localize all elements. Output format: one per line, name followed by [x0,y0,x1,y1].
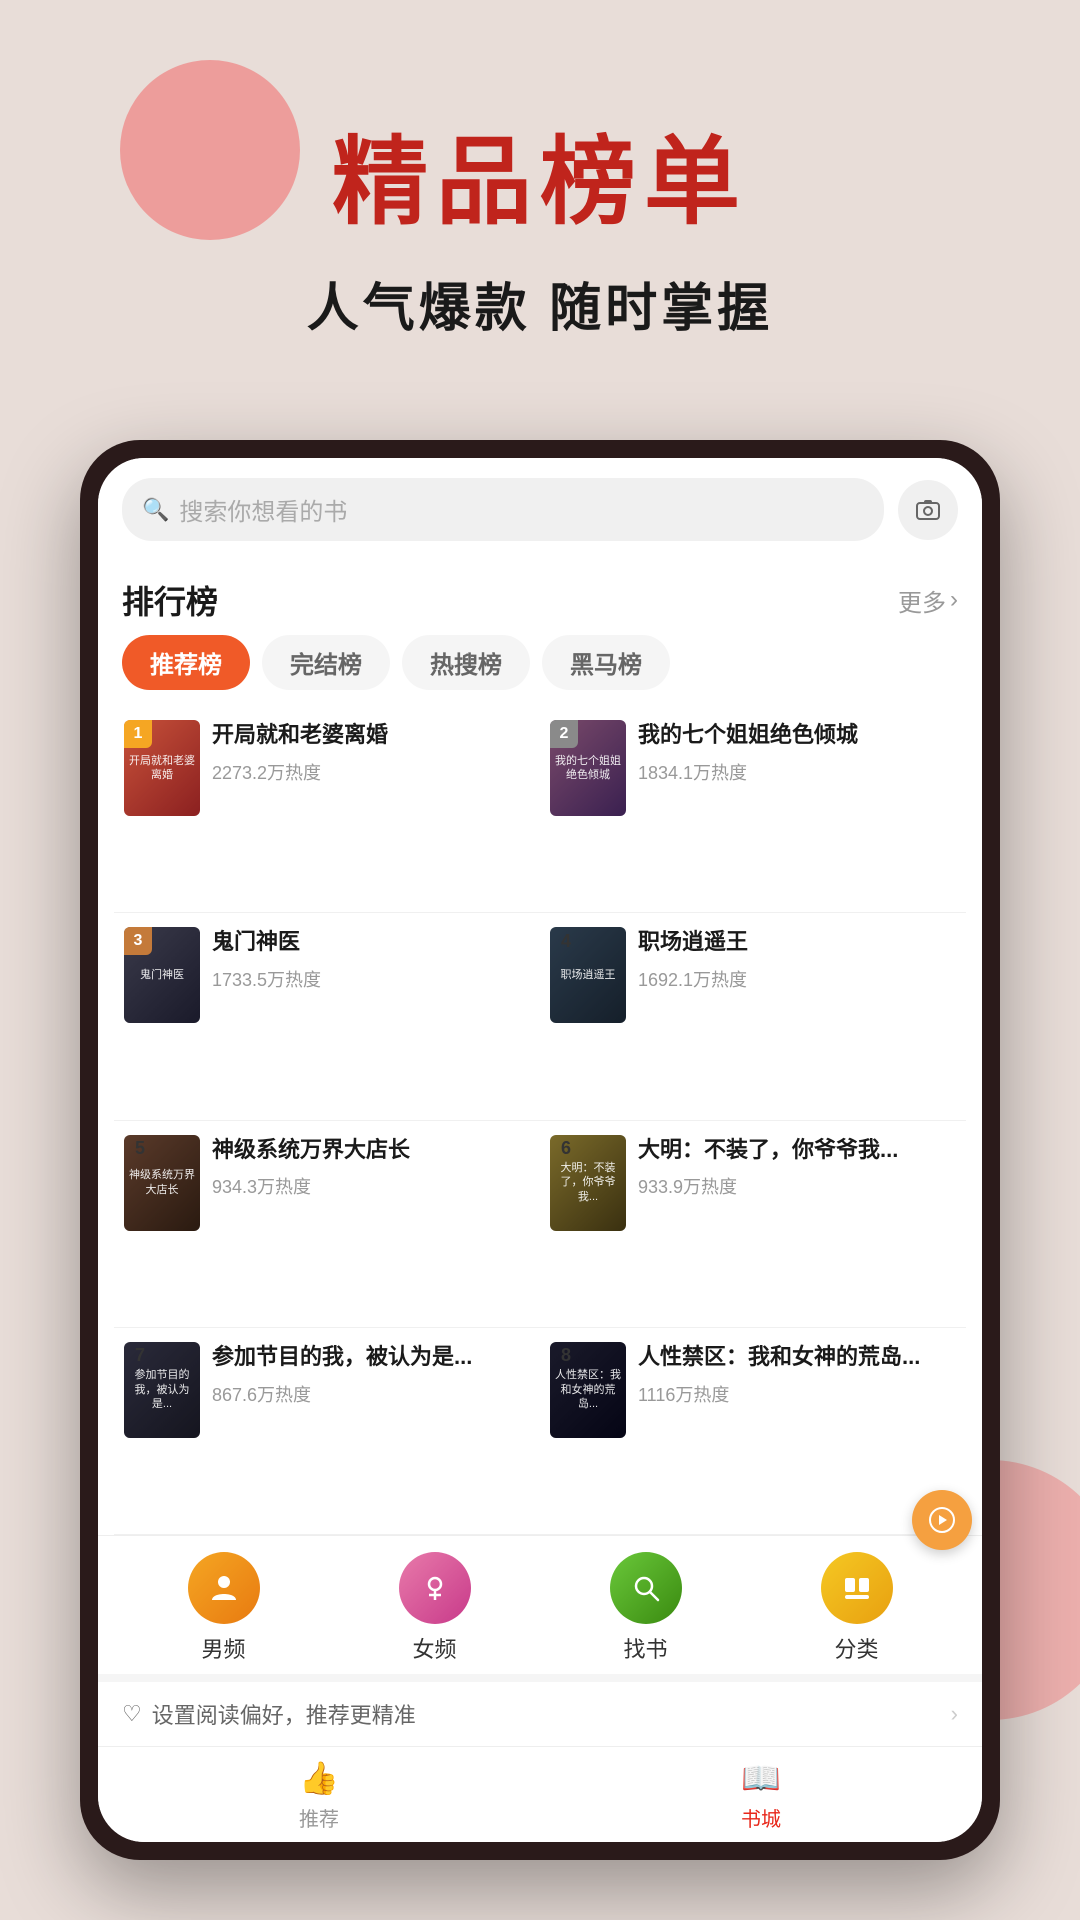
find-icon [610,1552,682,1624]
rank-badge-6: 6 [552,1135,580,1163]
female-icon [399,1552,471,1624]
male-label: 男频 [201,1632,245,1664]
search-bar[interactable]: 🔍 搜索你想看的书 [122,478,884,541]
heart-icon: ♡ [122,1701,142,1727]
list-item[interactable]: 8 人性禁区：我和女神的荒岛... 人性禁区：我和女神的荒岛... 1116万热… [540,1328,966,1535]
book-heat-7: 867.6万热度 [212,1381,530,1407]
rankings-header: 排行榜 更多 › [98,557,982,635]
tab-recommend-bottom[interactable]: 👍 推荐 [299,1759,339,1832]
book-cover-1: 1 开局就和老婆离婚 [124,720,200,816]
rank-badge-2: 2 [550,720,578,748]
book-title-4: 职场逍遥王 [638,927,956,958]
male-icon [188,1552,260,1624]
camera-button[interactable] [898,480,958,540]
book-title-6: 大明：不装了，你爷爷我... [638,1135,956,1166]
books-grid: 1 开局就和老婆离婚 开局就和老婆离婚 2273.2万热度 2 我的七个姐姐绝色… [98,706,982,1535]
book-heat-6: 933.9万热度 [638,1173,956,1199]
category-male[interactable]: 男频 [188,1552,260,1664]
book-info-3: 鬼门神医 1733.5万热度 [212,927,530,992]
book-cover-5: 5 神级系统万界大店长 [124,1135,200,1231]
recommend-icon: 👍 [299,1759,339,1797]
search-icon: 🔍 [142,497,169,523]
rank-badge-7: 7 [126,1342,154,1370]
categories-row: 男频 女频 [98,1552,982,1664]
bookstore-tab-label: 书城 [741,1803,781,1832]
book-title-2: 我的七个姐姐绝色倾城 [638,720,956,751]
tab-hot[interactable]: 热搜榜 [402,635,530,690]
book-title-3: 鬼门神医 [212,927,530,958]
classify-icon [821,1552,893,1624]
book-cover-6: 6 大明：不装了，你爷爷我... [550,1135,626,1231]
rankings-section: 排行榜 更多 › 推荐榜 完结榜 热搜榜 黑马榜 1 开局就和 [98,557,982,1535]
female-label: 女频 [412,1632,456,1664]
phone-screen: 🔍 搜索你想看的书 排行榜 更多 › [98,458,982,1842]
list-item[interactable]: 7 参加节目的我，被认为是... 参加节目的我，被认为是... 867.6万热度 [114,1328,540,1535]
list-item[interactable]: 6 大明：不装了，你爷爷我... 大明：不装了，你爷爷我... 933.9万热度 [540,1121,966,1328]
book-cover-4: 4 职场逍遥王 [550,927,626,1023]
find-label: 找书 [623,1632,667,1664]
book-cover-3: 3 鬼门神医 [124,927,200,1023]
tab-finished[interactable]: 完结榜 [262,635,390,690]
list-item[interactable]: 2 我的七个姐姐绝色倾城 我的七个姐姐绝色倾城 1834.1万热度 [540,706,966,913]
book-cover-7: 7 参加节目的我，被认为是... [124,1342,200,1438]
book-heat-4: 1692.1万热度 [638,966,956,992]
preference-text: 设置阅读偏好，推荐更精准 [152,1698,416,1730]
book-info-7: 参加节目的我，被认为是... 867.6万热度 [212,1342,530,1407]
tab-dark-horse[interactable]: 黑马榜 [542,635,670,690]
list-item[interactable]: 4 职场逍遥王 职场逍遥王 1692.1万热度 [540,913,966,1120]
book-heat-3: 1733.5万热度 [212,966,530,992]
categories-section: 男频 女频 [98,1535,982,1674]
preference-banner[interactable]: ♡ 设置阅读偏好，推荐更精准 › [98,1674,982,1746]
hero-subtitle: 人气爆款 随时掌握 [0,266,1080,341]
book-info-2: 我的七个姐姐绝色倾城 1834.1万热度 [638,720,956,785]
book-cover-8: 8 人性禁区：我和女神的荒岛... [550,1342,626,1438]
tabs-row: 推荐榜 完结榜 热搜榜 黑马榜 [98,635,982,706]
list-item[interactable]: 5 神级系统万界大店长 神级系统万界大店长 934.3万热度 [114,1121,540,1328]
hero-title: 精品榜单 [0,130,1080,236]
book-info-1: 开局就和老婆离婚 2273.2万热度 [212,720,530,785]
bookstore-icon: 📖 [741,1759,781,1797]
category-find[interactable]: 找书 [610,1552,682,1664]
book-heat-8: 1116万热度 [638,1381,956,1407]
list-item[interactable]: 3 鬼门神医 鬼门神医 1733.5万热度 [114,913,540,1120]
book-heat-1: 2273.2万热度 [212,759,530,785]
category-classify[interactable]: 分类 [821,1552,893,1664]
preference-arrow-icon: › [951,1701,958,1727]
book-heat-5: 934.3万热度 [212,1173,530,1199]
search-area: 🔍 搜索你想看的书 [98,458,982,557]
book-info-8: 人性禁区：我和女神的荒岛... 1116万热度 [638,1342,956,1407]
classify-label: 分类 [834,1632,878,1664]
search-placeholder-text: 搜索你想看的书 [179,492,347,527]
book-title-5: 神级系统万界大店长 [212,1135,530,1166]
bottom-tabs: 👍 推荐 📖 书城 [98,1746,982,1842]
rankings-more-button[interactable]: 更多 › [898,583,958,618]
hero-section: 精品榜单 人气爆款 随时掌握 [0,130,1080,341]
list-item[interactable]: 1 开局就和老婆离婚 开局就和老婆离婚 2273.2万热度 [114,706,540,913]
book-info-6: 大明：不装了，你爷爷我... 933.9万热度 [638,1135,956,1200]
rank-badge-1: 1 [124,720,152,748]
book-info-5: 神级系统万界大店长 934.3万热度 [212,1135,530,1200]
rank-badge-3: 3 [124,927,152,955]
rank-badge-4: 4 [552,927,580,955]
tab-recommend[interactable]: 推荐榜 [122,635,250,690]
book-title-7: 参加节目的我，被认为是... [212,1342,530,1373]
book-title-8: 人性禁区：我和女神的荒岛... [638,1342,956,1373]
category-female[interactable]: 女频 [399,1552,471,1664]
phone-mockup: 🔍 搜索你想看的书 排行榜 更多 › [80,440,1000,1860]
rank-badge-5: 5 [126,1135,154,1163]
recommend-tab-label: 推荐 [299,1803,339,1832]
tab-bookstore-bottom[interactable]: 📖 书城 [741,1759,781,1832]
rank-badge-8: 8 [552,1342,580,1370]
book-heat-2: 1834.1万热度 [638,759,956,785]
preference-left: ♡ 设置阅读偏好，推荐更精准 [122,1698,416,1730]
rankings-title: 排行榜 [122,577,218,623]
book-info-4: 职场逍遥王 1692.1万热度 [638,927,956,992]
book-cover-2: 2 我的七个姐姐绝色倾城 [550,720,626,816]
book-title-1: 开局就和老婆离婚 [212,720,530,751]
